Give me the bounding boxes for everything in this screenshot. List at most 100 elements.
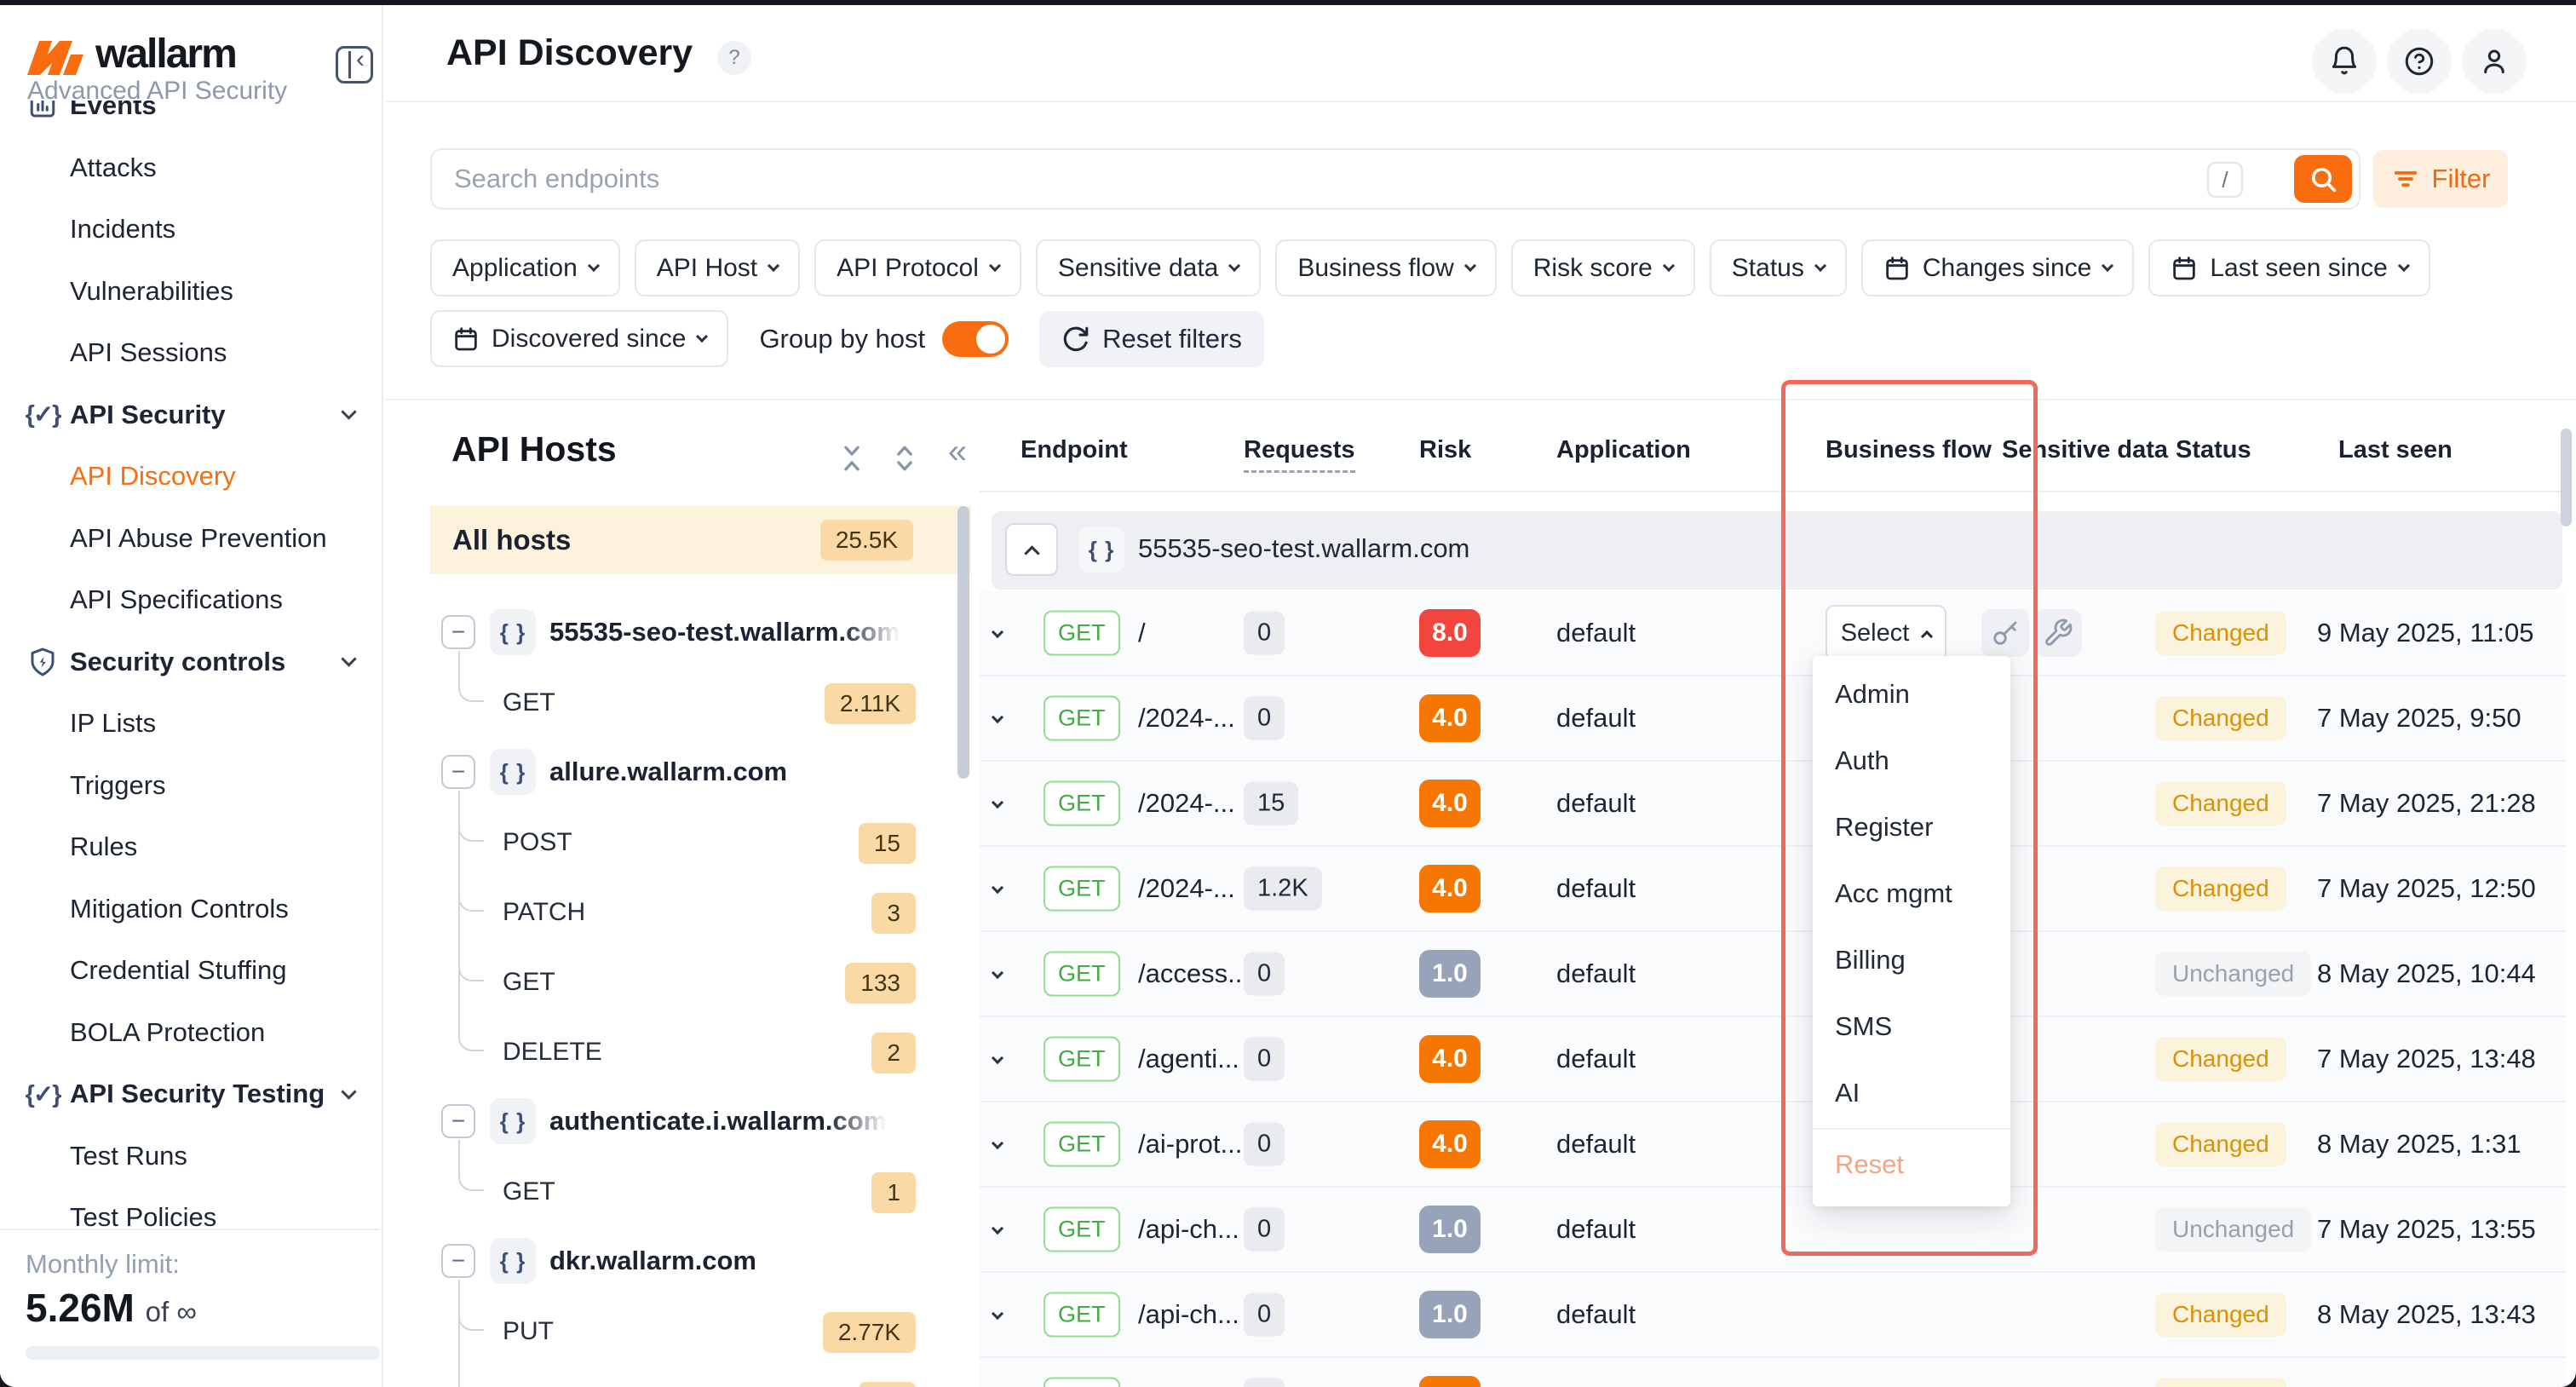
application-name: default <box>1556 1299 1636 1330</box>
sidebar-item-api-security-testing[interactable]: {✓}API Security Testing <box>0 1063 383 1125</box>
filter-button[interactable]: Filter <box>2373 150 2508 208</box>
method-row-dkr-wallarm-com-put[interactable]: PUT2.77K <box>430 1297 971 1365</box>
reset-filters-button[interactable]: Reset filters <box>1039 311 1264 367</box>
column-header-requests[interactable]: Requests <box>1244 436 1355 473</box>
hosts-panel-scrollbar[interactable] <box>957 506 969 779</box>
sidebar-item-incidents[interactable]: Incidents <box>0 199 383 260</box>
sidebar-item-label: API Security Testing <box>70 1079 325 1109</box>
method-row-authenticate-i-wallarm-com-get[interactable]: GET1 <box>430 1157 971 1225</box>
sidebar-item-mitigation-controls[interactable]: Mitigation Controls <box>0 878 383 940</box>
dropdown-option-acc-mgmt[interactable]: Acc mgmt <box>1813 860 2010 927</box>
row-expand-chevron-icon[interactable] <box>993 796 1002 811</box>
notifications-button[interactable] <box>2312 29 2377 94</box>
table-row[interactable]: GET/ai-prot...04.0defaultChanged8 May 20… <box>980 1102 2566 1188</box>
method-count: 2.77K <box>823 1312 916 1353</box>
sidebar-collapse-icon[interactable] <box>336 46 373 83</box>
dropdown-option-register[interactable]: Register <box>1813 794 2010 860</box>
application-name: default <box>1556 788 1636 819</box>
row-expand-chevron-icon[interactable] <box>993 625 1002 641</box>
key-button[interactable] <box>1981 609 2029 657</box>
method-row-55535-seo-test-wallarm-com-get[interactable]: GET2.11K <box>430 668 971 736</box>
collapse-node-button[interactable]: − <box>441 1104 475 1138</box>
chevron-down-icon <box>1228 259 1240 271</box>
chevron-down-icon <box>341 651 356 666</box>
sidebar-item-api-discovery[interactable]: API Discovery <box>0 446 383 507</box>
key-icon <box>1990 618 2021 648</box>
sidebar-item-security-controls[interactable]: Security controls <box>0 631 383 693</box>
row-expand-chevron-icon[interactable] <box>993 1307 1002 1322</box>
filter-chip-risk-score[interactable]: Risk score <box>1511 239 1695 296</box>
row-expand-chevron-icon[interactable] <box>993 881 1002 896</box>
row-expand-chevron-icon[interactable] <box>993 711 1002 726</box>
sidebar-item-triggers[interactable]: Triggers <box>0 755 383 816</box>
method-row-allure-wallarm-com-patch[interactable]: PATCH3 <box>430 878 971 946</box>
filter-chip-last-seen-since[interactable]: Last seen since <box>2148 239 2429 296</box>
filter-chip-status[interactable]: Status <box>1710 239 1847 296</box>
sidebar-item-api-sessions[interactable]: API Sessions <box>0 322 383 383</box>
sidebar-item-rules[interactable]: Rules <box>0 816 383 878</box>
sidebar-item-attacks[interactable]: Attacks <box>0 137 383 199</box>
sidebar-item-api-abuse-prevention[interactable]: API Abuse Prevention <box>0 508 383 569</box>
sidebar-item-label: Rules <box>70 832 137 862</box>
collapse-node-button[interactable]: − <box>441 615 475 649</box>
sidebar-item-bola-protection[interactable]: BOLA Protection <box>0 1002 383 1063</box>
table-row[interactable]: GET/2024-...154.0defaultChanged7 May 202… <box>980 762 2566 847</box>
risk-score-badge: 4.0 <box>1419 1035 1481 1083</box>
table-row[interactable]: GET/access...01.0defaultUnchanged8 May 2… <box>980 932 2566 1017</box>
row-expand-chevron-icon[interactable] <box>993 1051 1002 1067</box>
dropdown-reset-option[interactable]: Reset <box>1813 1131 2010 1198</box>
table-row[interactable]: GET/api-ch...01.0defaultChanged8 May 202… <box>980 1273 2566 1358</box>
dropdown-option-ai[interactable]: AI <box>1813 1060 2010 1126</box>
method-row-allure-wallarm-com-post[interactable]: POST15 <box>430 808 971 876</box>
search-button[interactable] <box>2294 155 2352 203</box>
last-seen-date: 7 May 2025, 21:28 <box>2317 788 2536 819</box>
table-row[interactable]: GET/agenti...04.0defaultChanged7 May 202… <box>980 1017 2566 1102</box>
table-row[interactable]: GET/api-se...04.0defaultChanged7 May 202… <box>980 1358 2566 1387</box>
row-expand-chevron-icon[interactable] <box>993 1222 1002 1237</box>
method-badge: GET <box>1044 1378 1120 1387</box>
filter-chip-label: Sensitive data <box>1058 254 1218 283</box>
tree-connector <box>458 1304 484 1331</box>
chevron-down-icon <box>341 1084 356 1099</box>
method-row-allure-wallarm-com-delete[interactable]: DELETE2 <box>430 1017 971 1085</box>
business-flow-select-button[interactable]: Select <box>1826 605 1946 661</box>
risk-score-badge: 4.0 <box>1419 780 1481 827</box>
sidebar-item-vulnerabilities[interactable]: Vulnerabilities <box>0 261 383 322</box>
table-row[interactable]: GET/api-ch...01.0defaultUnchanged7 May 2… <box>980 1188 2566 1273</box>
sidebar-item-test-runs[interactable]: Test Runs <box>0 1125 383 1187</box>
sidebar-item-credential-stuffing[interactable]: Credential Stuffing <box>0 940 383 1001</box>
risk-score-badge: 1.0 <box>1419 1291 1481 1338</box>
table-scrollbar[interactable] <box>2561 429 2572 527</box>
table-group-row[interactable]: { } 55535-seo-test.wallarm.com <box>992 511 2562 590</box>
table-row[interactable]: GET/2024-...1.2K4.0defaultChanged7 May 2… <box>980 847 2566 932</box>
wrench-button[interactable] <box>2034 609 2082 657</box>
filter-chip-business-flow[interactable]: Business flow <box>1275 239 1496 296</box>
sidebar-item-api-security[interactable]: {✓}API Security <box>0 384 383 446</box>
sidebar-nav: EventsAttacksIncidentsVulnerabilitiesAPI… <box>0 5 382 1387</box>
table-row[interactable]: GET/08.0defaultSelectChanged9 May 2025, … <box>980 591 2566 676</box>
method-row-allure-wallarm-com-get[interactable]: GET133 <box>430 947 971 1016</box>
dropdown-option-admin[interactable]: Admin <box>1813 661 2010 728</box>
host-row-dkr-wallarm-com[interactable]: −{ }dkr.wallarm.com <box>430 1227 971 1295</box>
dropdown-option-sms[interactable]: SMS <box>1813 993 2010 1060</box>
host-row-authenticate-i-wallarm-com[interactable]: −{ }authenticate.i.wallarm.com <box>430 1087 971 1155</box>
filter-chip-changes-since[interactable]: Changes since <box>1861 239 2134 296</box>
collapse-node-button[interactable]: − <box>441 755 475 789</box>
group-collapse-button[interactable] <box>1005 523 1058 576</box>
requests-count: 0 <box>1244 1293 1285 1337</box>
row-expand-chevron-icon[interactable] <box>993 966 1002 981</box>
collapse-node-button[interactable]: − <box>441 1244 475 1278</box>
host-row-allure-wallarm-com[interactable]: −{ }allure.wallarm.com <box>430 738 971 806</box>
help-button[interactable] <box>2387 29 2452 94</box>
dropdown-option-auth[interactable]: Auth <box>1813 728 2010 794</box>
row-expand-chevron-icon[interactable] <box>993 1137 1002 1152</box>
account-button[interactable] <box>2462 29 2527 94</box>
last-seen-date: 7 May 2025, 9:50 <box>2317 703 2521 734</box>
dropdown-option-billing[interactable]: Billing <box>1813 927 2010 993</box>
table-row[interactable]: GET/2024-...04.0defaultChanged7 May 2025… <box>980 676 2566 762</box>
host-row-55535-seo-test-wallarm-com[interactable]: −{ }55535-seo-test.wallarm.com <box>430 598 971 666</box>
filter-chip-sensitive-data[interactable]: Sensitive data <box>1036 239 1261 296</box>
method-row-dkr-wallarm-com-post[interactable]: POST69 <box>430 1367 971 1387</box>
sidebar-item-api-specifications[interactable]: API Specifications <box>0 569 383 630</box>
sidebar-item-ip-lists[interactable]: IP Lists <box>0 693 383 754</box>
